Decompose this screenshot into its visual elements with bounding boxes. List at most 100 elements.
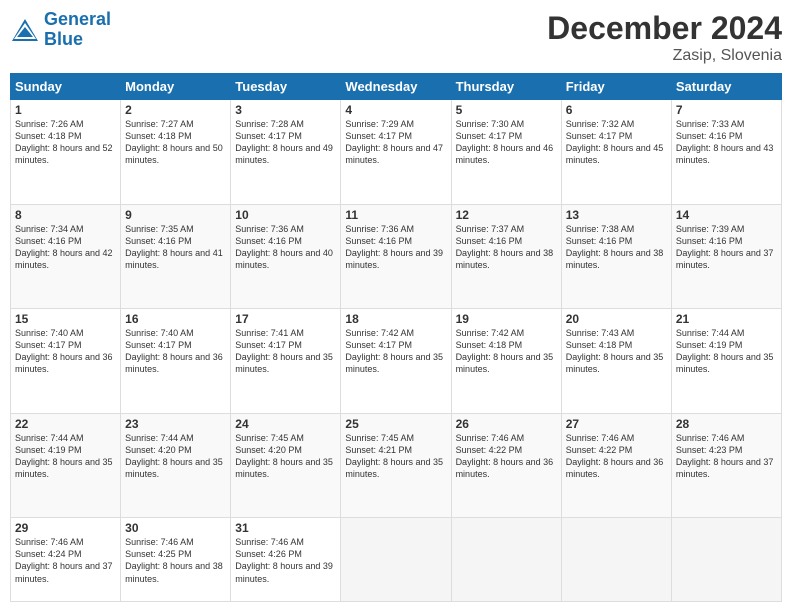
- calendar-cell: 21 Sunrise: 7:44 AM Sunset: 4:19 PM Dayl…: [671, 309, 781, 414]
- daylight-text: Daylight: 8 hours and 43 minutes.: [676, 143, 774, 165]
- sunrise-text: Sunrise: 7:36 AM: [345, 224, 414, 234]
- sunset-text: Sunset: 4:17 PM: [235, 131, 302, 141]
- sunset-text: Sunset: 4:17 PM: [15, 340, 82, 350]
- calendar-cell: 4 Sunrise: 7:29 AM Sunset: 4:17 PM Dayli…: [341, 100, 451, 205]
- week-row-2: 8 Sunrise: 7:34 AM Sunset: 4:16 PM Dayli…: [11, 204, 782, 309]
- calendar-cell: [671, 518, 781, 602]
- day-info: Sunrise: 7:27 AM Sunset: 4:18 PM Dayligh…: [125, 118, 226, 167]
- day-number: 21: [676, 312, 777, 326]
- day-info: Sunrise: 7:38 AM Sunset: 4:16 PM Dayligh…: [566, 223, 667, 272]
- day-info: Sunrise: 7:26 AM Sunset: 4:18 PM Dayligh…: [15, 118, 116, 167]
- calendar-cell: 6 Sunrise: 7:32 AM Sunset: 4:17 PM Dayli…: [561, 100, 671, 205]
- calendar-cell: 17 Sunrise: 7:41 AM Sunset: 4:17 PM Dayl…: [231, 309, 341, 414]
- sunrise-text: Sunrise: 7:40 AM: [125, 328, 194, 338]
- daylight-text: Daylight: 8 hours and 37 minutes.: [15, 561, 113, 583]
- sunrise-text: Sunrise: 7:44 AM: [676, 328, 745, 338]
- calendar-cell: 30 Sunrise: 7:46 AM Sunset: 4:25 PM Dayl…: [121, 518, 231, 602]
- sunrise-text: Sunrise: 7:44 AM: [15, 433, 84, 443]
- day-info: Sunrise: 7:42 AM Sunset: 4:18 PM Dayligh…: [456, 327, 557, 376]
- calendar-cell: 7 Sunrise: 7:33 AM Sunset: 4:16 PM Dayli…: [671, 100, 781, 205]
- sunrise-text: Sunrise: 7:46 AM: [676, 433, 745, 443]
- sunrise-text: Sunrise: 7:27 AM: [125, 119, 194, 129]
- day-number: 28: [676, 417, 777, 431]
- calendar-cell: 19 Sunrise: 7:42 AM Sunset: 4:18 PM Dayl…: [451, 309, 561, 414]
- daylight-text: Daylight: 8 hours and 36 minutes.: [125, 352, 223, 374]
- sunrise-text: Sunrise: 7:37 AM: [456, 224, 525, 234]
- sunset-text: Sunset: 4:16 PM: [676, 131, 743, 141]
- sunset-text: Sunset: 4:16 PM: [125, 236, 192, 246]
- calendar-cell: 5 Sunrise: 7:30 AM Sunset: 4:17 PM Dayli…: [451, 100, 561, 205]
- day-number: 19: [456, 312, 557, 326]
- day-info: Sunrise: 7:46 AM Sunset: 4:23 PM Dayligh…: [676, 432, 777, 481]
- sunset-text: Sunset: 4:18 PM: [456, 340, 523, 350]
- day-info: Sunrise: 7:39 AM Sunset: 4:16 PM Dayligh…: [676, 223, 777, 272]
- day-number: 17: [235, 312, 336, 326]
- sunset-text: Sunset: 4:19 PM: [15, 445, 82, 455]
- calendar-cell: 22 Sunrise: 7:44 AM Sunset: 4:19 PM Dayl…: [11, 413, 121, 518]
- calendar-cell: 26 Sunrise: 7:46 AM Sunset: 4:22 PM Dayl…: [451, 413, 561, 518]
- daylight-text: Daylight: 8 hours and 35 minutes.: [15, 457, 113, 479]
- day-info: Sunrise: 7:41 AM Sunset: 4:17 PM Dayligh…: [235, 327, 336, 376]
- daylight-text: Daylight: 8 hours and 36 minutes.: [456, 457, 554, 479]
- daylight-text: Daylight: 8 hours and 45 minutes.: [566, 143, 664, 165]
- header-saturday: Saturday: [671, 74, 781, 100]
- daylight-text: Daylight: 8 hours and 35 minutes.: [345, 457, 443, 479]
- logo: General Blue: [10, 10, 111, 50]
- sunrise-text: Sunrise: 7:34 AM: [15, 224, 84, 234]
- day-number: 16: [125, 312, 226, 326]
- day-info: Sunrise: 7:46 AM Sunset: 4:24 PM Dayligh…: [15, 536, 116, 585]
- day-number: 31: [235, 521, 336, 535]
- daylight-text: Daylight: 8 hours and 49 minutes.: [235, 143, 333, 165]
- day-number: 25: [345, 417, 446, 431]
- sunset-text: Sunset: 4:17 PM: [345, 340, 412, 350]
- day-number: 27: [566, 417, 667, 431]
- header-friday: Friday: [561, 74, 671, 100]
- day-number: 24: [235, 417, 336, 431]
- sunset-text: Sunset: 4:16 PM: [676, 236, 743, 246]
- sunrise-text: Sunrise: 7:29 AM: [345, 119, 414, 129]
- sunrise-text: Sunrise: 7:45 AM: [345, 433, 414, 443]
- day-info: Sunrise: 7:45 AM Sunset: 4:21 PM Dayligh…: [345, 432, 446, 481]
- sunset-text: Sunset: 4:19 PM: [676, 340, 743, 350]
- sunset-text: Sunset: 4:17 PM: [345, 131, 412, 141]
- main-title: December 2024: [547, 10, 782, 47]
- sunset-text: Sunset: 4:20 PM: [235, 445, 302, 455]
- sunrise-text: Sunrise: 7:38 AM: [566, 224, 635, 234]
- day-number: 13: [566, 208, 667, 222]
- day-info: Sunrise: 7:46 AM Sunset: 4:22 PM Dayligh…: [456, 432, 557, 481]
- day-number: 4: [345, 103, 446, 117]
- calendar-cell: 27 Sunrise: 7:46 AM Sunset: 4:22 PM Dayl…: [561, 413, 671, 518]
- daylight-text: Daylight: 8 hours and 35 minutes.: [566, 352, 664, 374]
- day-number: 9: [125, 208, 226, 222]
- calendar-cell: [561, 518, 671, 602]
- day-info: Sunrise: 7:28 AM Sunset: 4:17 PM Dayligh…: [235, 118, 336, 167]
- day-number: 11: [345, 208, 446, 222]
- header-monday: Monday: [121, 74, 231, 100]
- daylight-text: Daylight: 8 hours and 37 minutes.: [676, 457, 774, 479]
- sunset-text: Sunset: 4:16 PM: [235, 236, 302, 246]
- sunrise-text: Sunrise: 7:42 AM: [345, 328, 414, 338]
- daylight-text: Daylight: 8 hours and 52 minutes.: [15, 143, 113, 165]
- sunset-text: Sunset: 4:17 PM: [235, 340, 302, 350]
- sunset-text: Sunset: 4:22 PM: [456, 445, 523, 455]
- calendar-cell: 13 Sunrise: 7:38 AM Sunset: 4:16 PM Dayl…: [561, 204, 671, 309]
- sunrise-text: Sunrise: 7:44 AM: [125, 433, 194, 443]
- daylight-text: Daylight: 8 hours and 40 minutes.: [235, 248, 333, 270]
- week-row-3: 15 Sunrise: 7:40 AM Sunset: 4:17 PM Dayl…: [11, 309, 782, 414]
- daylight-text: Daylight: 8 hours and 35 minutes.: [456, 352, 554, 374]
- sunrise-text: Sunrise: 7:40 AM: [15, 328, 84, 338]
- day-info: Sunrise: 7:37 AM Sunset: 4:16 PM Dayligh…: [456, 223, 557, 272]
- sunrise-text: Sunrise: 7:46 AM: [456, 433, 525, 443]
- sunset-text: Sunset: 4:17 PM: [125, 340, 192, 350]
- calendar-cell: 25 Sunrise: 7:45 AM Sunset: 4:21 PM Dayl…: [341, 413, 451, 518]
- sunrise-text: Sunrise: 7:45 AM: [235, 433, 304, 443]
- day-number: 29: [15, 521, 116, 535]
- calendar-cell: 1 Sunrise: 7:26 AM Sunset: 4:18 PM Dayli…: [11, 100, 121, 205]
- day-info: Sunrise: 7:36 AM Sunset: 4:16 PM Dayligh…: [345, 223, 446, 272]
- sunset-text: Sunset: 4:16 PM: [566, 236, 633, 246]
- calendar-cell: 9 Sunrise: 7:35 AM Sunset: 4:16 PM Dayli…: [121, 204, 231, 309]
- sunset-text: Sunset: 4:20 PM: [125, 445, 192, 455]
- sunrise-text: Sunrise: 7:39 AM: [676, 224, 745, 234]
- calendar-cell: 2 Sunrise: 7:27 AM Sunset: 4:18 PM Dayli…: [121, 100, 231, 205]
- daylight-text: Daylight: 8 hours and 38 minutes.: [456, 248, 554, 270]
